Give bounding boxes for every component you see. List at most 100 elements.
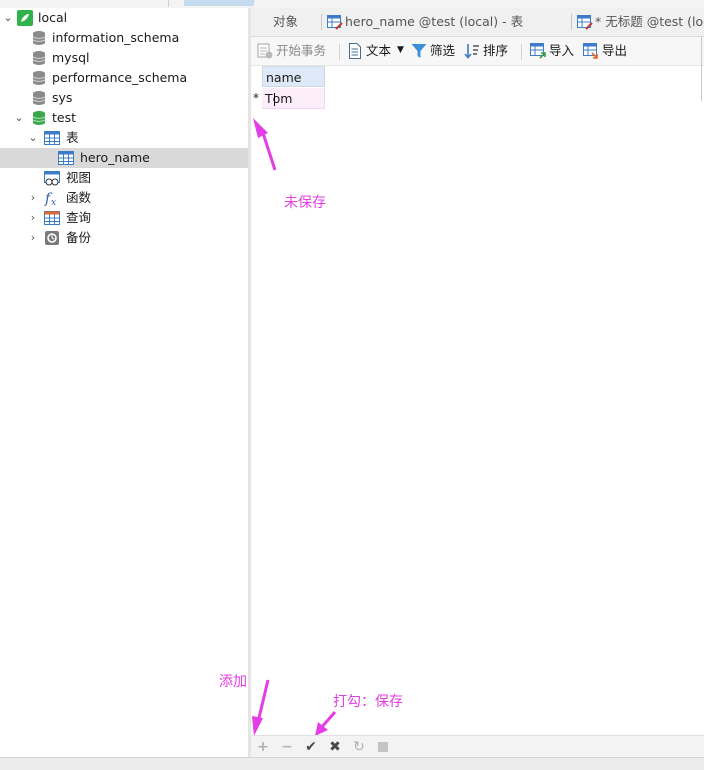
chevron-down-icon[interactable]: ⌄ xyxy=(13,108,25,128)
export-icon xyxy=(583,43,598,59)
arrow-unsaved-shaft xyxy=(260,129,277,171)
database-open-icon xyxy=(32,111,46,125)
tree-label: performance_schema xyxy=(52,70,188,85)
document-icon xyxy=(349,43,361,59)
toolbar-label: 排序 xyxy=(483,43,509,58)
arrow-add-head xyxy=(252,716,263,736)
grid-cell-name-editing[interactable]: Tom xyxy=(262,88,325,109)
query-edit-icon xyxy=(577,15,593,30)
new-row-marker: * xyxy=(253,91,259,105)
tab-label: hero_name @test (local) - 表 xyxy=(345,14,524,29)
add-row-icon[interactable]: + xyxy=(255,739,271,755)
cell-text-before-caret: T xyxy=(265,91,273,106)
record-toolbar: + − ✔ ✖ ↻ xyxy=(251,735,704,758)
sidebar-splitter[interactable] xyxy=(248,8,251,757)
text-view-button[interactable]: 文本 ▼ xyxy=(347,41,407,61)
tab-separator xyxy=(571,14,572,30)
arrow-save-head xyxy=(315,722,328,736)
chevron-right-icon[interactable]: › xyxy=(27,228,39,248)
tree-label: 表 xyxy=(66,130,79,145)
tree-db-information-schema[interactable]: information_schema xyxy=(0,28,248,48)
arrow-add-shaft xyxy=(256,679,270,723)
annotation-unsaved: 未保存 xyxy=(284,195,326,211)
toolbar-separator xyxy=(521,44,522,60)
tree-label: test xyxy=(52,110,77,125)
export-button[interactable]: 导出 xyxy=(583,41,629,61)
arrow-unsaved-head xyxy=(253,118,268,138)
navigation-sidebar: ⌄ local information_schema mysql perform… xyxy=(0,8,248,757)
tree-label: 备份 xyxy=(66,230,92,245)
tree-db-performance-schema[interactable]: performance_schema xyxy=(0,68,248,88)
sort-button[interactable]: 排序 xyxy=(464,41,510,61)
transaction-icon xyxy=(257,43,273,59)
toolbar-separator xyxy=(339,44,340,60)
view-icon xyxy=(44,171,60,186)
tree-db-mysql[interactable]: mysql xyxy=(0,48,248,68)
import-icon xyxy=(530,43,546,59)
table-icon xyxy=(58,151,74,165)
tree-label: 查询 xyxy=(66,210,92,225)
data-toolbar: 开始事务 文本 ▼ 筛选 排序 导入 导出 xyxy=(251,37,704,66)
import-button[interactable]: 导入 xyxy=(530,41,576,61)
stop-icon[interactable] xyxy=(375,739,391,755)
backup-icon xyxy=(45,231,59,245)
query-icon xyxy=(44,211,60,225)
begin-transaction-button[interactable]: 开始事务 xyxy=(257,41,337,61)
tree-db-sys[interactable]: sys xyxy=(0,88,248,108)
tab-label: 对象 xyxy=(273,14,299,29)
tree-group-functions[interactable]: › f x 函数 xyxy=(0,188,248,208)
sort-icon xyxy=(464,44,479,59)
tree-label: hero_name xyxy=(80,150,150,165)
tree-label: 函数 xyxy=(66,190,92,205)
tree-connection-local[interactable]: ⌄ local xyxy=(0,8,248,28)
tree-group-queries[interactable]: › 查询 xyxy=(0,208,248,228)
tree-db-test[interactable]: ⌄ test xyxy=(0,108,248,128)
tab-untitled-query[interactable]: * 无标题 @test (loc xyxy=(571,8,704,36)
tab-label: * 无标题 @test (loc xyxy=(595,14,704,29)
top-separator xyxy=(168,0,169,7)
toolbar-label: 开始事务 xyxy=(276,43,327,58)
tree-label: mysql xyxy=(52,50,90,65)
chevron-right-icon[interactable]: › xyxy=(27,208,39,228)
function-icon: f x xyxy=(44,191,56,206)
chevron-down-icon[interactable]: ⌄ xyxy=(2,8,14,28)
tree-label: 视图 xyxy=(66,170,92,185)
tab-bar: 对象 hero_name @test (local) - 表 * 无标题 @te… xyxy=(251,8,704,37)
chevron-down-icon[interactable]: ⌄ xyxy=(27,128,39,148)
toolbar-label: 导出 xyxy=(602,43,628,58)
table-edit-icon xyxy=(327,15,343,30)
tree-table-hero-name[interactable]: hero_name xyxy=(0,148,248,168)
navicat-connection-icon xyxy=(17,10,33,26)
table-folder-icon xyxy=(44,131,60,145)
tree-label: sys xyxy=(52,90,73,105)
database-icon xyxy=(32,71,46,85)
annotation-check-save: 打勾：保存 xyxy=(333,694,403,710)
tree-group-tables[interactable]: ⌄ 表 xyxy=(0,128,248,148)
toolbar-label: 筛选 xyxy=(430,43,456,58)
tree-group-backups[interactable]: › 备份 xyxy=(0,228,248,248)
status-bar xyxy=(0,757,704,770)
tab-objects[interactable]: 对象 xyxy=(273,8,323,36)
arrow-save-shaft xyxy=(319,711,337,729)
database-icon xyxy=(32,31,46,45)
filter-button[interactable]: 筛选 xyxy=(411,41,457,61)
dropdown-arrow-icon[interactable]: ▼ xyxy=(397,40,404,60)
column-header-name[interactable]: name xyxy=(262,66,325,87)
svg-text:x: x xyxy=(51,198,56,206)
database-icon xyxy=(32,91,46,105)
filter-icon xyxy=(411,44,427,58)
chevron-right-icon[interactable]: › xyxy=(27,188,39,208)
database-icon xyxy=(32,51,46,65)
refresh-icon[interactable]: ↻ xyxy=(351,739,367,755)
tree-group-views[interactable]: 视图 xyxy=(0,168,248,188)
apply-icon[interactable]: ✔ xyxy=(303,739,319,755)
toolbar-label: 导入 xyxy=(549,43,575,58)
tab-hero-name-table[interactable]: hero_name @test (local) - 表 xyxy=(321,8,573,36)
discard-icon[interactable]: ✖ xyxy=(327,739,343,755)
delete-row-icon[interactable]: − xyxy=(279,739,295,755)
active-tab-highlight xyxy=(184,0,254,6)
annotation-add: 添加 xyxy=(219,674,247,690)
cell-text-after-caret: om xyxy=(272,91,293,106)
toolbar-label: 文本 xyxy=(366,43,392,58)
tab-separator xyxy=(321,14,322,30)
